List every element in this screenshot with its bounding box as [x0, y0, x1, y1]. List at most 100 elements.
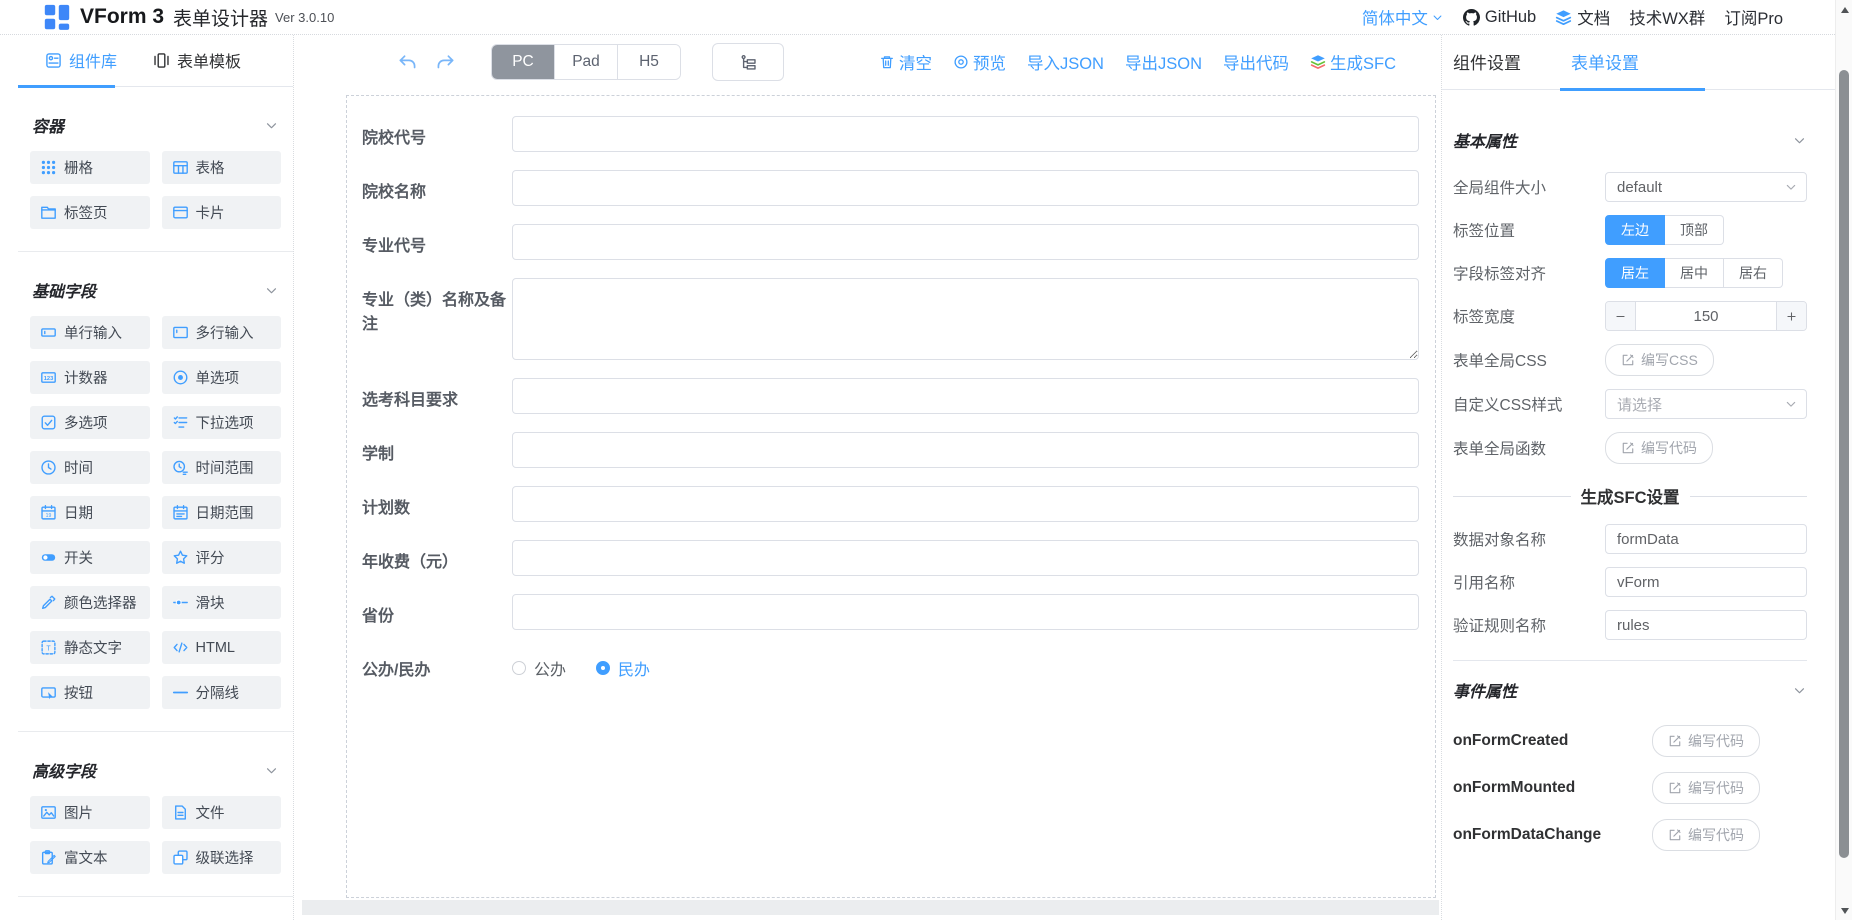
component-item[interactable]: 下拉选项 [162, 406, 282, 439]
tab-form-settings[interactable]: 表单设置 [1571, 49, 1639, 74]
form-field-row[interactable]: 专业代号 [362, 224, 1419, 260]
component-item[interactable]: 多选项 [30, 406, 150, 439]
field-input[interactable] [512, 486, 1419, 522]
form-field-row[interactable]: 公办/民办公办民办 [362, 648, 1419, 680]
field-input[interactable] [512, 224, 1419, 260]
component-item[interactable]: 颜色选择器 [30, 586, 150, 619]
component-item[interactable]: T静态文字 [30, 631, 150, 664]
scrollbar-thumb[interactable] [1839, 70, 1849, 858]
tab-widget-library[interactable]: 组件库 [45, 48, 117, 72]
component-item[interactable]: HTML [162, 631, 282, 664]
component-item[interactable]: 开关 [30, 541, 150, 574]
write-code-button[interactable]: 编写代码 [1652, 819, 1760, 851]
component-item[interactable]: 日期范围 [162, 496, 282, 529]
chevron-down-icon[interactable] [264, 283, 279, 298]
form-field-row[interactable]: 院校代号 [362, 116, 1419, 152]
browser-scrollbar[interactable] [1835, 0, 1852, 920]
component-item[interactable]: 多行输入 [162, 316, 282, 349]
prop-input[interactable] [1605, 567, 1807, 597]
custom-css-select[interactable]: 请选择 [1605, 389, 1807, 419]
label-align-center[interactable]: 居中 [1665, 258, 1724, 288]
write-code-button[interactable]: 编写代码 [1652, 772, 1760, 804]
component-item[interactable]: 卡片 [162, 196, 282, 229]
prop-input[interactable] [1605, 524, 1807, 554]
preview-button[interactable]: 预览 [953, 50, 1006, 74]
component-item[interactable]: 富文本 [30, 841, 150, 874]
redo-button[interactable] [435, 52, 456, 73]
chevron-down-icon[interactable] [1792, 133, 1807, 148]
component-item[interactable]: 分隔线 [162, 676, 282, 709]
field-input[interactable] [512, 170, 1419, 206]
prop-label: 标签位置 [1453, 219, 1605, 241]
widget-size-select[interactable]: default [1605, 172, 1807, 202]
tab-form-template[interactable]: 表单模板 [153, 48, 241, 72]
form-field-row[interactable]: 专业（类）名称及备注 [362, 278, 1419, 360]
write-code-button[interactable]: 编写代码 [1605, 432, 1713, 464]
label-align-row: 字段标签对齐 居左居中居右 [1453, 258, 1807, 288]
field-input[interactable] [512, 594, 1419, 630]
import-json-button[interactable]: 导入JSON [1027, 50, 1104, 74]
component-item[interactable]: 文件 [162, 796, 282, 829]
component-item[interactable]: 栅格 [30, 151, 150, 184]
label-align-right[interactable]: 居右 [1724, 258, 1783, 288]
component-item[interactable]: 时间 [30, 451, 150, 484]
field-input[interactable] [512, 432, 1419, 468]
clear-button[interactable]: 清空 [879, 50, 932, 74]
write-css-button[interactable]: 编写CSS [1605, 344, 1714, 376]
component-item[interactable]: 标签页 [30, 196, 150, 229]
component-item[interactable]: 图片 [30, 796, 150, 829]
label-width-input[interactable] [1636, 302, 1776, 330]
label-position-left[interactable]: 左边 [1605, 215, 1665, 245]
device-option-pad[interactable]: Pad [554, 45, 617, 79]
field-input[interactable] [512, 116, 1419, 152]
form-field-row[interactable]: 省份 [362, 594, 1419, 630]
component-item[interactable]: 按钮 [30, 676, 150, 709]
export-json-button[interactable]: 导出JSON [1125, 50, 1202, 74]
label-align-left[interactable]: 居左 [1605, 258, 1665, 288]
device-option-pc[interactable]: PC [492, 45, 554, 79]
canvas-scrollbar[interactable] [302, 900, 1439, 915]
form-field-row[interactable]: 计划数 [362, 486, 1419, 522]
component-item[interactable]: 19日期 [30, 496, 150, 529]
increase-button[interactable] [1776, 302, 1806, 330]
label-position-top[interactable]: 顶部 [1665, 215, 1724, 245]
form-field-row[interactable]: 院校名称 [362, 170, 1419, 206]
generate-sfc-button[interactable]: 生成SFC [1310, 50, 1396, 74]
component-item[interactable]: 单行输入 [30, 316, 150, 349]
component-item[interactable]: 级联选择 [162, 841, 282, 874]
subscribe-pro-link[interactable]: 订阅Pro [1724, 5, 1783, 29]
undo-button[interactable] [397, 52, 418, 73]
node-tree-button[interactable] [712, 43, 784, 81]
chevron-down-icon[interactable] [264, 763, 279, 778]
sfc-settings-title: 生成SFC设置 [1581, 484, 1680, 508]
chevron-down-icon[interactable] [1792, 683, 1807, 698]
action-label: 生成SFC [1330, 50, 1396, 74]
radio-option[interactable]: 民办 [596, 656, 650, 680]
docs-link[interactable]: 文档 [1555, 5, 1610, 29]
component-item[interactable]: 表格 [162, 151, 282, 184]
github-link[interactable]: GitHub [1463, 8, 1536, 27]
form-field-row[interactable]: 学制 [362, 432, 1419, 468]
field-input[interactable] [512, 540, 1419, 576]
component-item[interactable]: 评分 [162, 541, 282, 574]
chevron-down-icon[interactable] [264, 118, 279, 133]
form-field-row[interactable]: 选考科目要求 [362, 378, 1419, 414]
form-field-row[interactable]: 年收费（元） [362, 540, 1419, 576]
prop-input[interactable] [1605, 610, 1807, 640]
component-item[interactable]: 单选项 [162, 361, 282, 394]
field-input[interactable] [512, 378, 1419, 414]
write-code-button[interactable]: 编写代码 [1652, 725, 1760, 757]
tech-wx-group-link[interactable]: 技术WX群 [1629, 5, 1705, 29]
tab-widget-settings[interactable]: 组件设置 [1453, 49, 1521, 74]
decrease-button[interactable] [1606, 302, 1636, 330]
component-item[interactable]: 123计数器 [30, 361, 150, 394]
component-item[interactable]: 滑块 [162, 586, 282, 619]
scroll-down-arrow-icon[interactable] [1836, 902, 1852, 919]
component-item[interactable]: 时间范围 [162, 451, 282, 484]
radio-option[interactable]: 公办 [512, 656, 566, 680]
export-code-button[interactable]: 导出代码 [1223, 50, 1289, 74]
device-option-h5[interactable]: H5 [617, 45, 680, 79]
field-textarea[interactable] [512, 278, 1419, 360]
scroll-up-arrow-icon[interactable] [1836, 1, 1852, 18]
language-selector[interactable]: 简体中文 [1362, 5, 1444, 29]
